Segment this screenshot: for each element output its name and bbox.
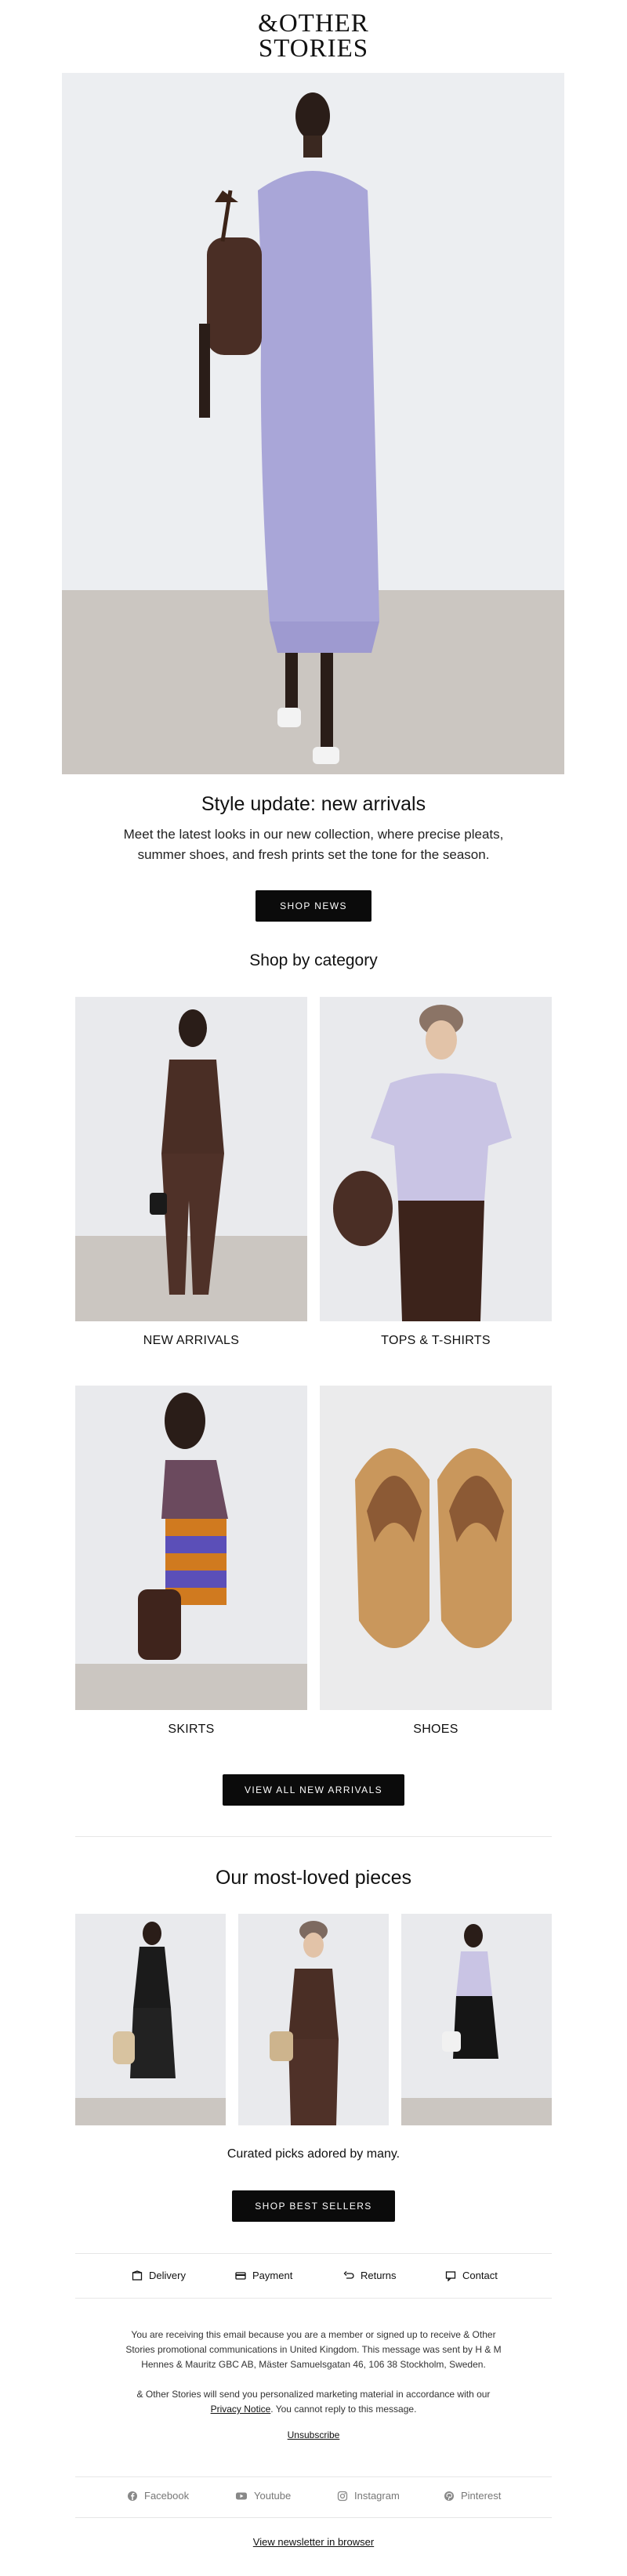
social-label-youtube: Youtube bbox=[254, 2490, 292, 2502]
bestseller-3-illustration bbox=[401, 1914, 552, 2125]
instagram-icon bbox=[337, 2491, 348, 2501]
unsubscribe-row: Unsubscribe bbox=[0, 2428, 627, 2443]
legal-text: You are receiving this email because you… bbox=[94, 2328, 533, 2417]
utility-divider-top bbox=[75, 2253, 552, 2254]
utility-label-payment: Payment bbox=[252, 2270, 293, 2281]
social-link-instagram[interactable]: Instagram bbox=[337, 2490, 400, 2502]
new-arrivals-illustration bbox=[75, 997, 307, 1321]
tops-illustration bbox=[320, 997, 552, 1321]
hero-illustration bbox=[62, 73, 564, 774]
facebook-icon bbox=[128, 2491, 137, 2501]
legal-line-5: Privacy Notice. You cannot reply to this… bbox=[94, 2402, 533, 2417]
utility-divider-bottom bbox=[75, 2298, 552, 2299]
return-icon bbox=[343, 2270, 354, 2279]
unsubscribe-link[interactable]: Unsubscribe bbox=[288, 2429, 340, 2440]
utility-link-delivery[interactable]: Delivery bbox=[132, 2270, 186, 2281]
hero-title: Style update: new arrivals bbox=[201, 793, 426, 815]
skirts-illustration bbox=[75, 1386, 307, 1710]
legal-line-5-after: . You cannot reply to this message. bbox=[270, 2404, 417, 2415]
logo-line-1: &OTHER bbox=[258, 9, 369, 38]
hero-text-line-2: summer shoes, and fresh prints set the t… bbox=[137, 847, 490, 862]
utility-link-payment[interactable]: Payment bbox=[235, 2270, 292, 2281]
bestseller-image-2[interactable] bbox=[238, 1914, 389, 2125]
social-link-pinterest[interactable]: Pinterest bbox=[444, 2490, 501, 2502]
shop-news-button[interactable]: SHOP NEWS bbox=[256, 890, 371, 922]
legal-line-4: & Other Stories will send you personaliz… bbox=[136, 2389, 491, 2400]
social-label-pinterest: Pinterest bbox=[461, 2490, 502, 2502]
utility-label-returns: Returns bbox=[361, 2270, 397, 2281]
browser-link-row: View newsletter in browser bbox=[0, 2536, 627, 2548]
card-icon bbox=[235, 2271, 246, 2280]
email-page: &OTHER STORIES Style update: new arrival… bbox=[0, 0, 627, 2576]
category-label-new-arrivals[interactable]: NEW ARRIVALS bbox=[75, 1334, 307, 1348]
bestsellers-text: Curated picks adored by many. bbox=[227, 2147, 400, 2161]
social-label-instagram: Instagram bbox=[354, 2490, 400, 2502]
view-in-browser-link[interactable]: View newsletter in browser bbox=[253, 2536, 374, 2548]
chat-icon bbox=[445, 2270, 456, 2281]
logo-line-2: STORIES bbox=[258, 34, 369, 63]
utility-link-returns[interactable]: Returns bbox=[343, 2270, 397, 2281]
view-all-new-arrivals-button[interactable]: VIEW ALL NEW ARRIVALS bbox=[223, 1774, 404, 1806]
category-image-shoes[interactable] bbox=[320, 1386, 552, 1710]
hero-text: Meet the latest looks in our new collect… bbox=[0, 824, 627, 865]
bestseller-image-1[interactable] bbox=[75, 1914, 226, 2125]
youtube-icon bbox=[236, 2492, 247, 2499]
bestseller-1-illustration bbox=[75, 1914, 226, 2125]
category-section-title: Shop by category bbox=[249, 951, 378, 969]
social-link-youtube[interactable]: Youtube bbox=[235, 2490, 291, 2502]
hero-image[interactable] bbox=[62, 73, 564, 774]
shoes-illustration bbox=[320, 1386, 552, 1710]
bestseller-2-illustration bbox=[238, 1914, 389, 2125]
legal-line-1: You are receiving this email because you… bbox=[131, 2329, 496, 2340]
legal-line-3: Hennes & Mauritz GBC AB, Mäster Samuelsg… bbox=[141, 2359, 486, 2370]
shop-best-sellers-button[interactable]: SHOP BEST SELLERS bbox=[232, 2190, 395, 2222]
social-label-facebook: Facebook bbox=[144, 2490, 190, 2502]
utility-link-contact[interactable]: Contact bbox=[445, 2270, 498, 2281]
social-divider-top bbox=[75, 2476, 552, 2477]
category-label-tops[interactable]: TOPS & T-SHIRTS bbox=[320, 1334, 552, 1348]
legal-line-2: Stories promotional communications in Un… bbox=[125, 2344, 502, 2355]
utility-label-delivery: Delivery bbox=[149, 2270, 186, 2281]
hero-text-line-1: Meet the latest looks in our new collect… bbox=[123, 827, 504, 842]
category-image-tops[interactable] bbox=[320, 997, 552, 1321]
utility-label-contact: Contact bbox=[462, 2270, 498, 2281]
social-link-facebook[interactable]: Facebook bbox=[127, 2490, 189, 2502]
category-image-skirts[interactable] bbox=[75, 1386, 307, 1710]
bestseller-image-3[interactable] bbox=[401, 1914, 552, 2125]
category-label-shoes[interactable]: SHOES bbox=[320, 1723, 552, 1737]
box-icon bbox=[132, 2270, 143, 2281]
privacy-notice-link[interactable]: Privacy Notice bbox=[211, 2404, 271, 2415]
section-divider bbox=[75, 1836, 552, 1837]
pinterest-icon bbox=[444, 2491, 454, 2501]
category-image-new-arrivals[interactable] bbox=[75, 997, 307, 1321]
category-label-skirts[interactable]: SKIRTS bbox=[75, 1723, 307, 1737]
bestsellers-title: Our most-loved pieces bbox=[215, 1867, 412, 1889]
brand-logo[interactable]: &OTHER STORIES bbox=[0, 9, 627, 63]
social-divider-bottom bbox=[75, 2517, 552, 2518]
